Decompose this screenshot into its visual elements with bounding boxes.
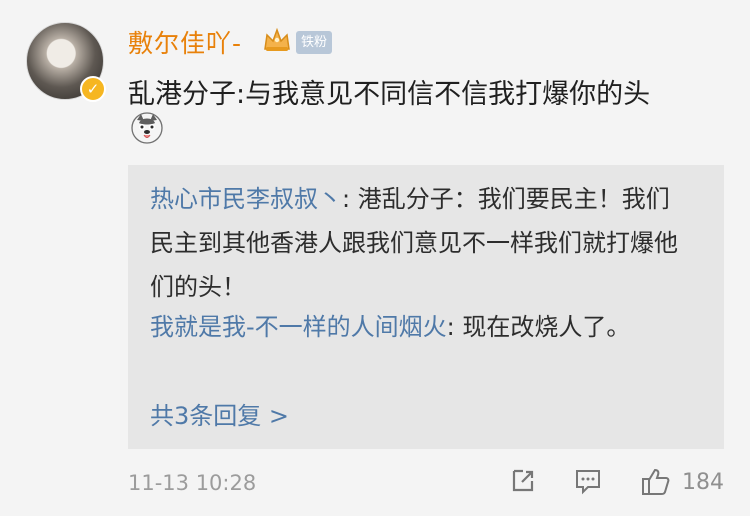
reply-text: : 现在改烧人了。 [446,313,631,341]
reply-box[interactable]: 热心市民李叔叔丶: 港乱分子：我们要民主！我们民主到其他香港人跟我们意见不一样我… [128,165,724,449]
crown-icon [264,27,290,51]
username[interactable]: 敷尔佳吖- [128,24,242,60]
comment-text: 乱港分子:与我意见不同信不信我打爆你的头 [128,79,651,110]
more-replies-link[interactable]: 共3条回复 > [150,394,289,438]
avatar-container[interactable]: ✓ [26,22,106,102]
reply-icon[interactable] [573,466,604,496]
like-icon[interactable] [639,466,673,498]
reply-item: 我就是我-不一样的人间烟火: 现在改烧人了。 [150,305,690,349]
share-icon[interactable] [508,466,538,496]
like-count: 184 [682,470,724,495]
reply-item: 热心市民李叔叔丶: 港乱分子：我们要民主！我们民主到其他香港人跟我们意见不一样我… [150,177,690,309]
comment-timestamp: 11-13 10:28 [128,471,257,495]
verified-icon: ✓ [80,76,106,102]
reply-user-link[interactable]: 我就是我-不一样的人间烟火 [150,313,447,341]
reply-user-link[interactable]: 热心市民李叔叔丶 [150,185,342,213]
fan-badge: 铁粉 [296,31,333,54]
husky-emoji-icon [131,112,163,144]
